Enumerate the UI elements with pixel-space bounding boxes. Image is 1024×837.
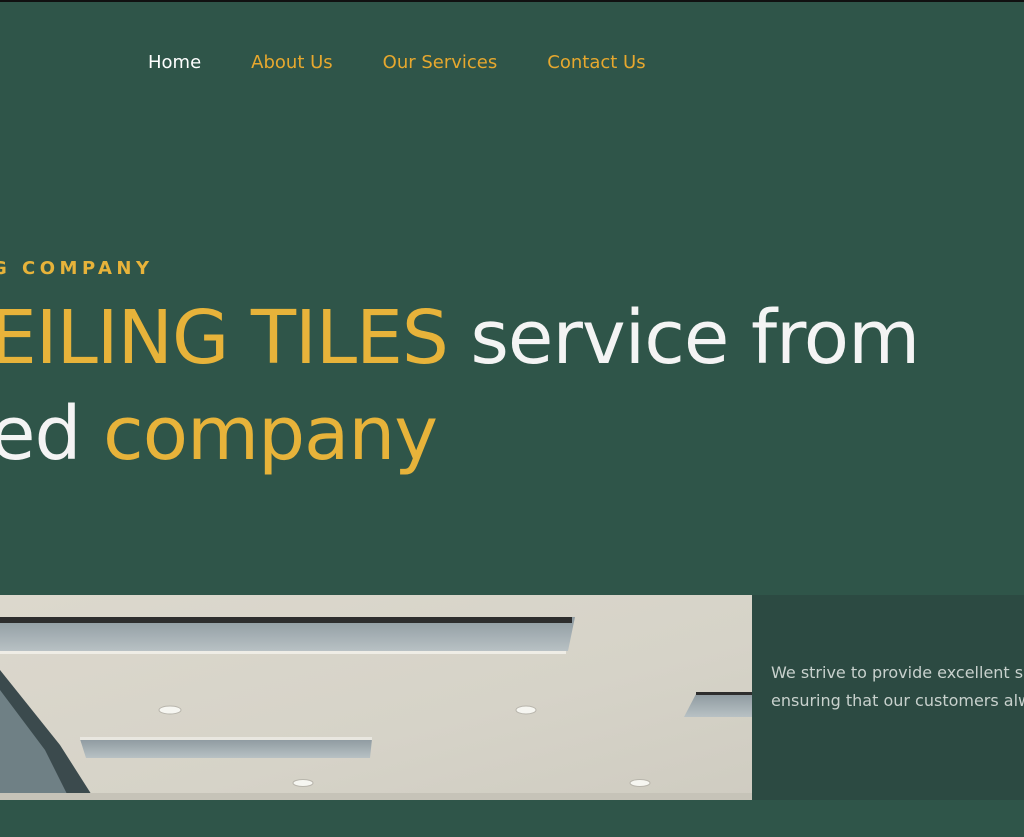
headline-text-1: service from (447, 295, 920, 381)
hero-eyebrow: G COMPANY (0, 258, 154, 279)
headline-highlight-2: company (103, 391, 438, 477)
bottom-strip (0, 800, 1024, 837)
page: Home About Us Our Services Contact Us G … (0, 0, 1024, 837)
ceiling-photo (0, 595, 752, 800)
main-nav: Home About Us Our Services Contact Us (148, 52, 646, 73)
nav-contact-link[interactable]: Contact Us (547, 52, 645, 73)
headline-highlight-1: EILING TILES (0, 295, 449, 381)
nav-about-link[interactable]: About Us (251, 52, 333, 73)
info-panel: We strive to provide excellent s ensurin… (752, 595, 1024, 800)
info-text: We strive to provide excellent s ensurin… (771, 659, 1024, 715)
hero-headline: EILING TILES service from ed company (0, 290, 920, 482)
nav-services-link[interactable]: Our Services (383, 52, 498, 73)
nav-home-link[interactable]: Home (148, 52, 201, 73)
headline-text-2: ed (0, 391, 104, 477)
info-line-2: ensuring that our customers alw (771, 691, 1024, 710)
info-line-1: We strive to provide excellent s (771, 663, 1024, 682)
